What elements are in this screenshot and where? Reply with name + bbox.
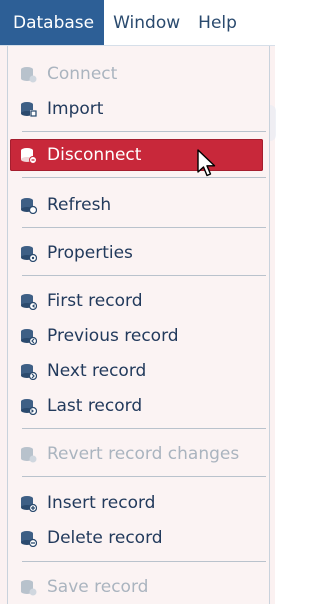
menu-item-label: Delete record	[47, 528, 163, 548]
previous-record-icon	[20, 328, 37, 345]
menu-item-label: Previous record	[47, 326, 179, 346]
menu-item-label: Next record	[47, 361, 147, 381]
menu-item-connect[interactable]: Connect	[18, 58, 265, 90]
menu-item-delete-record[interactable]: Delete record	[18, 522, 265, 554]
database-connect-icon	[20, 66, 37, 83]
save-record-icon	[20, 579, 37, 596]
menu-item-label: Insert record	[47, 493, 156, 513]
menu-item-revert-record-changes[interactable]: Revert record changes	[18, 438, 265, 470]
menu-separator	[22, 561, 266, 562]
menu-separator	[22, 227, 266, 228]
menu-window[interactable]: Window	[104, 0, 189, 45]
next-record-icon	[20, 363, 37, 380]
menu-separator	[22, 275, 266, 276]
last-record-icon	[20, 398, 37, 415]
menu-separator	[22, 476, 266, 477]
menu-item-label: Import	[47, 99, 104, 119]
revert-record-icon	[20, 446, 37, 463]
first-record-icon	[20, 293, 37, 310]
menu-item-disconnect[interactable]: Disconnect	[10, 139, 263, 171]
menu-item-import[interactable]: Import	[18, 93, 265, 125]
menu-item-last-record[interactable]: Last record	[18, 390, 265, 422]
menu-item-refresh[interactable]: Refresh	[18, 189, 265, 221]
database-disconnect-icon	[20, 147, 37, 164]
menu-separator	[22, 428, 266, 429]
menubar: Database Window Help	[0, 0, 275, 46]
database-refresh-icon	[20, 197, 37, 214]
menu-item-label: Properties	[47, 243, 133, 263]
mouse-cursor-icon	[197, 149, 216, 177]
menu-item-properties[interactable]: Properties	[18, 237, 265, 269]
menu-database[interactable]: Database	[0, 0, 105, 45]
menu-item-label: Disconnect	[47, 145, 142, 165]
menu-item-previous-record[interactable]: Previous record	[18, 320, 265, 352]
menu-item-save-record[interactable]: Save record	[18, 571, 265, 603]
insert-record-icon	[20, 495, 37, 512]
menu-item-next-record[interactable]: Next record	[18, 355, 265, 387]
menu-separator	[22, 131, 266, 132]
menu-item-label: Save record	[47, 577, 149, 597]
menu-item-label: Revert record changes	[47, 444, 240, 464]
menu-item-label: Refresh	[47, 195, 112, 215]
menu-item-first-record[interactable]: First record	[18, 285, 265, 317]
delete-record-icon	[20, 530, 37, 547]
database-dropdown-menu: Connect Import Disconnect Refresh Proper…	[7, 46, 270, 604]
menu-item-insert-record[interactable]: Insert record	[18, 487, 265, 519]
menu-item-label: Connect	[47, 64, 118, 84]
menu-help[interactable]: Help	[189, 0, 246, 45]
menu-item-label: Last record	[47, 396, 143, 416]
database-import-icon	[20, 101, 37, 118]
menu-separator	[22, 177, 266, 178]
database-properties-icon	[20, 245, 37, 262]
menu-item-label: First record	[47, 291, 143, 311]
